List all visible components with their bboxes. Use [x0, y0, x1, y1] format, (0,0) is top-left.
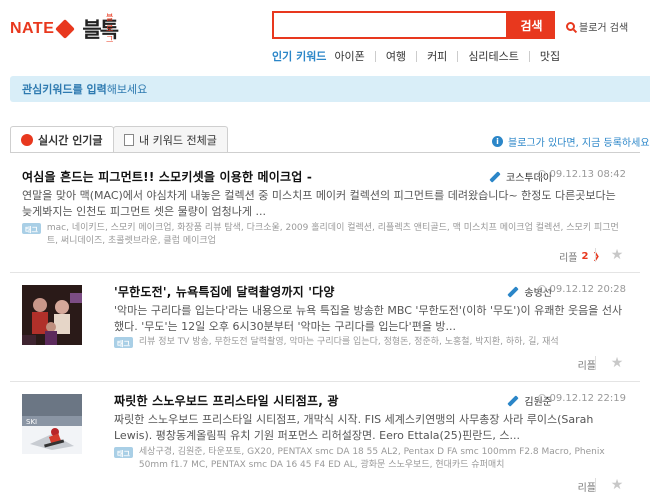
- post-title[interactable]: '무한도전', 뉴욕특집에 달력촬영까지 '다양: [114, 283, 335, 300]
- post-time: 09.12.12 20:28: [538, 284, 626, 295]
- interest-bar-bold: 관심키워드를 입력: [22, 83, 107, 96]
- hot-keywords: 인기 키워드 아이폰 여행 커피 심리테스트 맛집: [272, 48, 570, 64]
- post-title[interactable]: 여심을 흔드는 피그먼트!! 스모키셋을 이용한 메이크업 -: [22, 168, 312, 185]
- search-button[interactable]: 검색: [508, 11, 555, 39]
- hot-keyword[interactable]: 맛집: [528, 50, 570, 62]
- post-thumbnail[interactable]: SKI: [22, 394, 82, 454]
- tab-label: 내 키워드 전체글: [139, 133, 217, 147]
- interest-keyword-bar[interactable]: 관심키워드를 입력 해보세요: [10, 76, 650, 102]
- post-tags: 태그 세상구경, 김원준, 타운포토, GX20, PENTAX smc DA …: [114, 446, 624, 472]
- post-summary[interactable]: 연말을 맞아 맥(MAC)에서 야심차게 내놓은 컬렉션 중 미스치프 메이커 …: [22, 188, 622, 220]
- tab-label: 실시간 인기글: [38, 134, 103, 147]
- clock-icon: [538, 170, 547, 178]
- search-box: [272, 11, 508, 39]
- post-item: 여심을 흔드는 피그먼트!! 스모키셋을 이용한 메이크업 - 코스투데이 09…: [10, 168, 640, 268]
- hot-keywords-label: 인기 키워드: [272, 50, 327, 63]
- star-icon[interactable]: ★: [595, 478, 624, 492]
- post-thumbnail[interactable]: [22, 285, 82, 345]
- tag-badge: 태그: [114, 447, 133, 458]
- post-divider: [10, 381, 640, 382]
- time-text: 09.12.12 20:28: [549, 284, 626, 295]
- tag-badge: 태그: [114, 337, 133, 348]
- search-input[interactable]: [274, 13, 506, 37]
- post-tags: 태그 리뷰 정보 TV 방송, 무한도전 달력촬영, 악마는 구리다를 입는다,…: [114, 336, 624, 349]
- pen-icon: [507, 394, 520, 407]
- tag-list[interactable]: mac, 네이키드, 스모키 메이크업, 화장품 리뷰 탐색, 다크소울, 20…: [47, 222, 622, 248]
- reply-count: 2: [581, 251, 589, 262]
- hot-keyword[interactable]: 심리테스트: [457, 50, 529, 62]
- reply-label: 리플: [577, 361, 596, 372]
- pen-icon: [507, 285, 520, 298]
- post-summary[interactable]: 짜릿한 스노우보드 프리스타일 시티점프, 개막식 시작. FIS 세계스키연맹…: [114, 412, 624, 444]
- service-name-small: 블로그: [106, 13, 114, 44]
- document-icon: [124, 133, 134, 146]
- clock-icon: [538, 394, 547, 402]
- blog-search-link[interactable]: 블로거 검색: [566, 19, 628, 34]
- clock-icon: [538, 285, 547, 293]
- nate-hex-icon: [55, 19, 76, 39]
- svg-text:SKI: SKI: [26, 418, 37, 426]
- post-divider: [10, 272, 640, 273]
- reply-label: 리플: [559, 253, 578, 264]
- logo-text: NATE: [10, 20, 55, 37]
- star-icon[interactable]: ★: [595, 356, 624, 370]
- nate-logo[interactable]: NATE 블톡 블로그: [10, 13, 119, 44]
- interest-bar-rest: 해보세요: [106, 83, 148, 96]
- register-note-text: 블로그가 있다면, 지금 등록하세요: [508, 138, 650, 149]
- reply-button[interactable]: 리플 2 ❯: [559, 249, 600, 264]
- tab-divider: [10, 152, 640, 153]
- tab-my-keyword-posts[interactable]: 내 키워드 전체글: [113, 126, 228, 152]
- post-time: 09.12.13 08:42: [538, 169, 626, 180]
- time-text: 09.12.13 08:42: [549, 169, 626, 180]
- time-text: 09.12.12 22:19: [549, 393, 626, 404]
- hot-keyword[interactable]: 커피: [416, 50, 457, 62]
- post-summary[interactable]: '악마는 구리다를 입는다'라는 내용으로 뉴욕 특집을 방송한 MBC '무한…: [114, 303, 624, 335]
- reply-label: 리플: [577, 483, 596, 494]
- post-time: 09.12.12 22:19: [538, 393, 626, 404]
- tab-realtime-popular[interactable]: 실시간 인기글: [10, 126, 114, 153]
- hot-keyword[interactable]: 여행: [374, 50, 416, 62]
- tag-list[interactable]: 세상구경, 김원준, 타운포토, GX20, PENTAX smc DA 18 …: [139, 446, 624, 472]
- register-blog-link[interactable]: i 블로그가 있다면, 지금 등록하세요: [492, 134, 650, 149]
- tag-badge: 태그: [22, 223, 41, 234]
- hot-keyword[interactable]: 아이폰: [332, 51, 374, 62]
- post-item: '무한도전', 뉴욕특집에 달력촬영까지 '다양 송병선 09.12.12 20…: [10, 283, 640, 378]
- realtime-dot-icon: [21, 134, 33, 146]
- tag-list[interactable]: 리뷰 정보 TV 방송, 무한도전 달력촬영, 악마는 구리다를 입는다, 정형…: [139, 336, 559, 349]
- post-tags: 태그 mac, 네이키드, 스모키 메이크업, 화장품 리뷰 탐색, 다크소울,…: [22, 222, 622, 248]
- info-icon: i: [492, 136, 503, 147]
- magnifier-icon: [566, 22, 575, 31]
- pen-icon: [489, 170, 501, 183]
- post-item: SKI 짜릿한 스노우보드 프리스타일 시티점프, 광 김원준 09.12.12…: [10, 392, 640, 497]
- post-title[interactable]: 짜릿한 스노우보드 프리스타일 시티점프, 광: [114, 392, 339, 409]
- star-icon[interactable]: ★: [595, 248, 624, 262]
- blog-search-label: 블로거 검색: [579, 23, 629, 34]
